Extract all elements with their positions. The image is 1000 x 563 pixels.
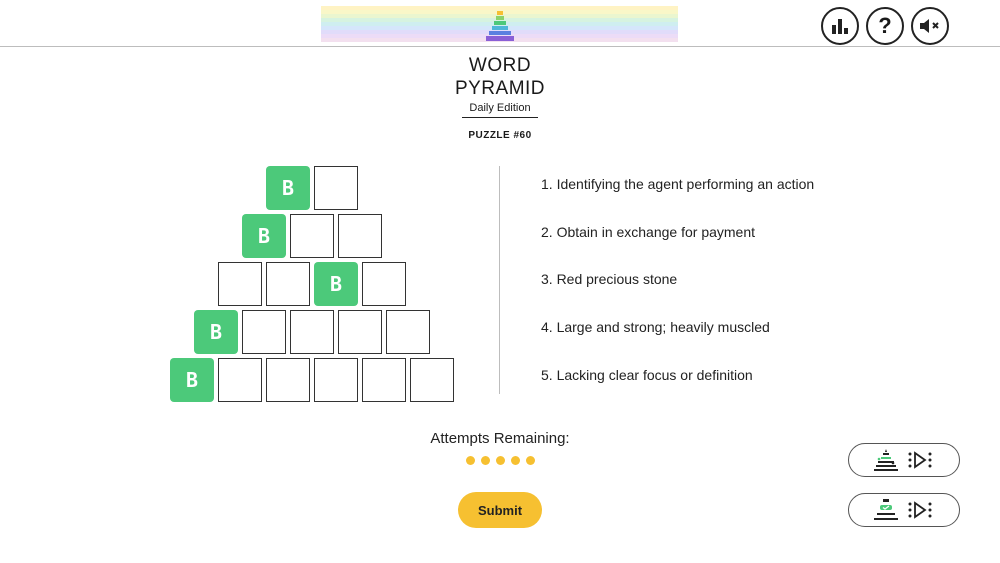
play-step-icon [908,501,931,519]
bar-chart-icon [832,19,848,34]
pyramid-play-icon [873,449,898,471]
edition-subtitle: Daily Edition [469,102,531,114]
pyramid-logo-icon [481,10,519,42]
help-button[interactable]: ? [866,7,904,45]
letter-tile-empty[interactable] [290,214,334,258]
letter-tile-filled[interactable]: B [194,310,238,354]
letter-tile-empty[interactable] [314,358,358,402]
stats-button[interactable] [821,7,859,45]
letter-tile-empty[interactable] [314,166,358,210]
attempt-dot [466,456,475,465]
letter-tile-empty[interactable] [290,310,334,354]
letter-tile-filled[interactable]: B [314,262,358,306]
play-check-button[interactable] [848,493,960,527]
letter-tile-empty[interactable] [338,310,382,354]
question-mark-icon: ? [878,13,892,38]
letter-tile-empty[interactable] [362,262,406,306]
letter-tile-filled[interactable]: B [170,358,214,402]
letter-tile-filled[interactable]: B [242,214,286,258]
letter-tile-empty[interactable] [362,358,406,402]
submit-button[interactable]: Submit [458,492,542,528]
subtitle-underline [462,117,538,118]
clue-3: 3. Red precious stone [541,271,678,287]
attempt-dot [481,456,490,465]
attempts-label: Attempts Remaining: [430,430,570,447]
letter-tile-empty[interactable] [410,358,454,402]
clue-5: 5. Lacking clear focus or definition [541,367,753,383]
vertical-divider [499,166,500,394]
letter-tile-empty[interactable] [266,262,310,306]
speaker-muted-icon [920,19,939,33]
letter-tile-filled[interactable]: B [266,166,310,210]
play-step-icon [908,451,931,469]
pyramid-check-play-icon [873,499,898,520]
letter-tile-empty[interactable] [242,310,286,354]
game-title: WORD PYRAMID [454,55,546,99]
letter-tile-empty[interactable] [266,358,310,402]
sound-toggle-button[interactable] [911,7,949,45]
header-divider [0,46,1000,47]
clue-4: 4. Large and strong; heavily muscled [541,319,770,335]
play-solution-button[interactable] [848,443,960,477]
attempts-indicator [466,456,535,465]
letter-tile-empty[interactable] [218,358,262,402]
letter-tile-empty[interactable] [338,214,382,258]
puzzle-number: PUZZLE #60 [468,130,532,141]
attempt-dot [511,456,520,465]
letter-tile-empty[interactable] [386,310,430,354]
clue-2: 2. Obtain in exchange for payment [541,224,756,240]
letter-tile-empty[interactable] [218,262,262,306]
attempt-dot [526,456,535,465]
clue-1: 1. Identifying the agent performing an a… [541,176,815,192]
attempt-dot [496,456,505,465]
